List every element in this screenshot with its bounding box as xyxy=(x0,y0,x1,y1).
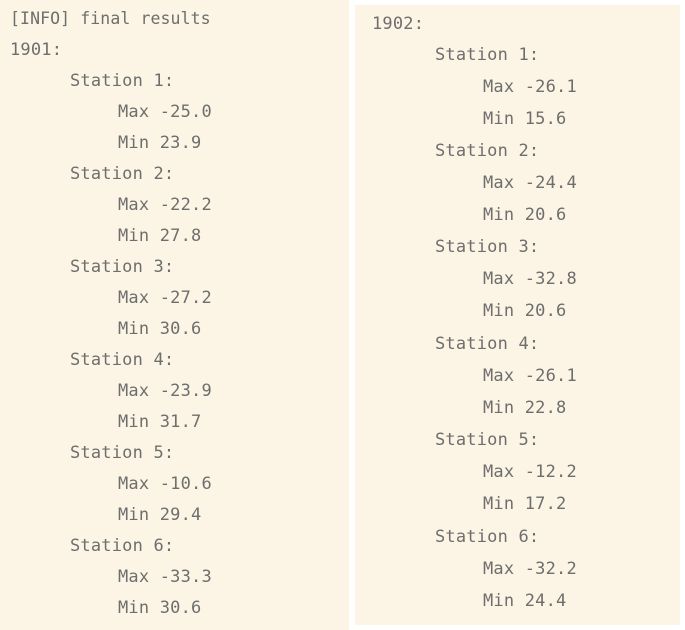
station-label: Station 6: xyxy=(435,527,540,547)
station-min-value: Min 30.6 xyxy=(118,319,202,339)
station-max-value: Max -32.2 xyxy=(483,559,577,579)
station-max-value: Max -22.2 xyxy=(118,195,212,215)
station-label: Station 1: xyxy=(70,71,175,91)
station-label: Station 3: xyxy=(435,237,540,257)
year-label: 1902: xyxy=(372,14,425,34)
station-min-value: Min 22.8 xyxy=(483,398,567,418)
station-label: Station 1: xyxy=(435,45,540,65)
station-max-value: Max -26.1 xyxy=(483,366,577,386)
station-min-value: Min 15.6 xyxy=(483,109,567,129)
year-label: 1901: xyxy=(10,40,63,60)
station-max-value: Max -10.6 xyxy=(118,474,212,494)
station-label: Station 5: xyxy=(70,443,175,463)
station-label: Station 5: xyxy=(435,430,540,450)
station-max-value: Max -23.9 xyxy=(118,381,212,401)
station-label: Station 3: xyxy=(70,257,175,277)
station-min-value: Min 27.8 xyxy=(118,226,202,246)
station-max-value: Max -25.0 xyxy=(118,102,212,122)
station-min-value: Min 24.4 xyxy=(483,591,567,611)
info-header: [INFO] final results xyxy=(10,9,211,28)
station-min-value: Min 31.7 xyxy=(118,412,202,432)
station-max-value: Max -12.2 xyxy=(483,462,577,482)
station-max-value: Max -24.4 xyxy=(483,173,577,193)
station-label: Station 2: xyxy=(435,141,540,161)
console-output-panel-1902: 1902: Station 1: Max -26.1 Min 15.6 Stat… xyxy=(355,5,680,625)
station-label: Station 4: xyxy=(435,334,540,354)
station-max-value: Max -27.2 xyxy=(118,288,212,308)
station-min-value: Min 30.6 xyxy=(118,598,202,618)
station-label: Station 6: xyxy=(70,536,175,556)
station-label: Station 4: xyxy=(70,350,175,370)
station-label: Station 2: xyxy=(70,164,175,184)
console-output-panel-1901: [INFO] final results 1901: Station 1: Ma… xyxy=(0,0,349,630)
station-max-value: Max -26.1 xyxy=(483,77,577,97)
station-max-value: Max -33.3 xyxy=(118,567,212,587)
station-min-value: Min 29.4 xyxy=(118,505,202,525)
station-max-value: Max -32.8 xyxy=(483,269,577,289)
station-min-value: Min 20.6 xyxy=(483,301,567,321)
station-min-value: Min 20.6 xyxy=(483,205,567,225)
station-min-value: Min 17.2 xyxy=(483,494,567,514)
station-min-value: Min 23.9 xyxy=(118,133,202,153)
